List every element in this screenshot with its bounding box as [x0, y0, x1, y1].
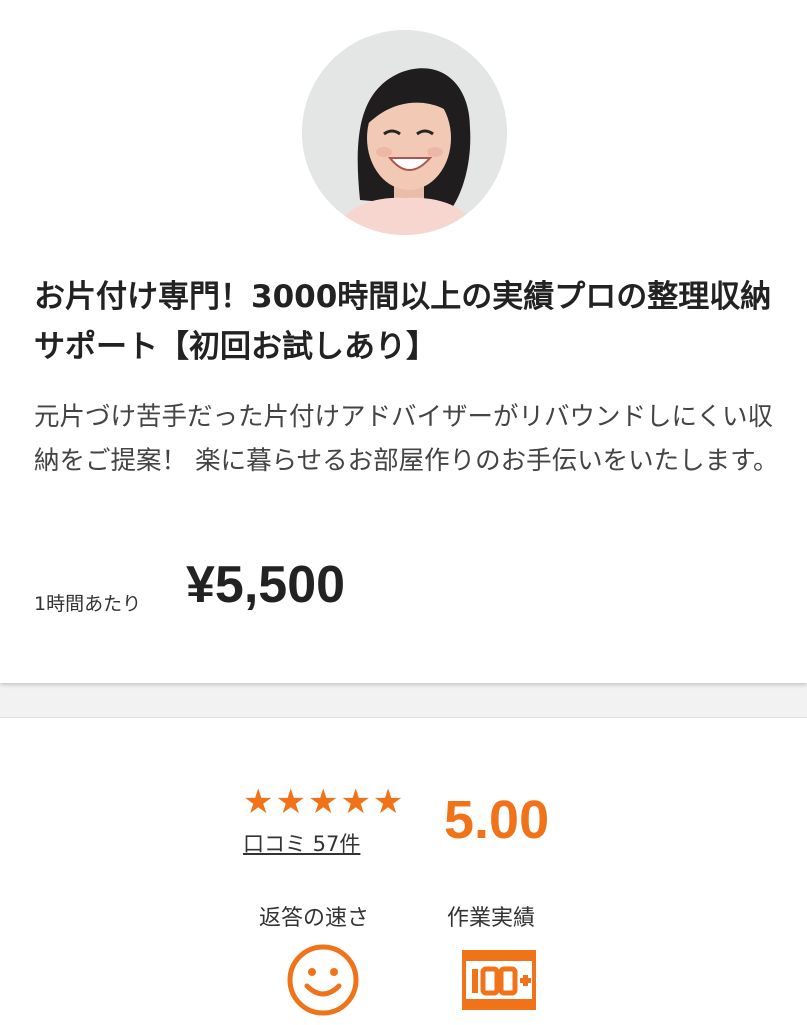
- hundred-plus-icon: [462, 950, 536, 1010]
- response-speed-label: 返答の速さ: [259, 906, 370, 931]
- reviews-link[interactable]: 口コミ 57件: [243, 828, 360, 858]
- listing-title[interactable]: お片付け専門！3000時間以上の実績プロの整理収納サポート【初回お試しあり】: [34, 272, 779, 372]
- price-value: ¥5,500: [186, 556, 346, 614]
- listing-description: 元片づけ苦手だった片付けアドバイザーがリバウンドしにくい収納をご提案！ 楽に暮ら…: [34, 402, 779, 476]
- rating-score: 5.00: [444, 790, 550, 850]
- provider-avatar: [302, 30, 507, 235]
- listing-card[interactable]: お片付け専門！3000時間以上の実績プロの整理収納サポート【初回お試しあり】 元…: [0, 0, 807, 683]
- star-rating: ★★★★★: [243, 782, 406, 822]
- provider-photo: [302, 30, 507, 235]
- rating-card: [0, 717, 807, 1025]
- work-record-label: 作業実績: [447, 906, 536, 931]
- smiley-icon: [287, 944, 359, 1016]
- price-unit-label: 1時間あたり: [34, 593, 142, 615]
- price-row: 1時間あたり ¥5,500: [34, 555, 634, 625]
